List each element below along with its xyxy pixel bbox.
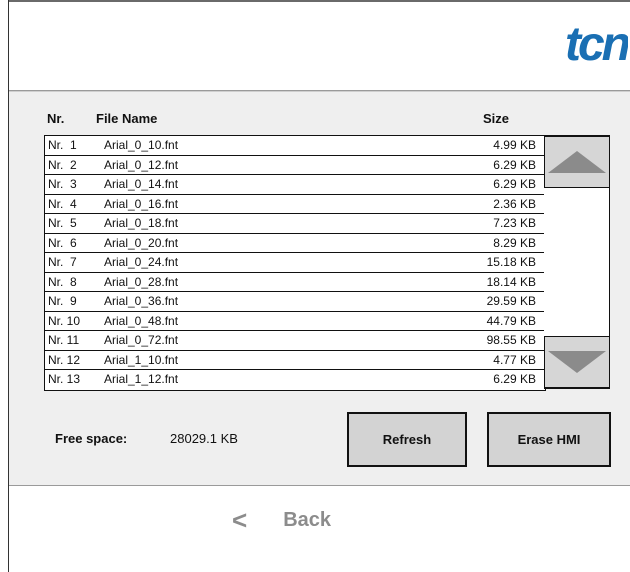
triangle-up-icon bbox=[548, 151, 606, 173]
file-row-size: 4.77 KB bbox=[493, 352, 536, 367]
file-row[interactable]: Nr. 10 Arial_0_48.fnt 44.79 KB bbox=[45, 312, 545, 331]
file-row-name: Arial_0_28.fnt bbox=[104, 274, 179, 289]
file-row[interactable]: Nr. 1 Arial_0_10.fnt 4.99 KB bbox=[45, 136, 545, 156]
file-row-size: 18.14 KB bbox=[486, 274, 536, 289]
file-row[interactable]: Nr. 3 Arial_0_14.fnt 6.29 KB bbox=[45, 175, 545, 195]
file-row-name: Arial_0_72.fnt bbox=[104, 333, 179, 347]
file-row[interactable]: Nr. 7 Arial_0_24.fnt 15.18 KB bbox=[45, 253, 545, 273]
column-header-size: Size bbox=[483, 111, 510, 126]
column-header-file-name: File Name bbox=[96, 111, 158, 126]
file-row-nr: Nr. 4 bbox=[48, 196, 77, 211]
file-row-size: 29.59 KB bbox=[486, 294, 536, 308]
scrollbar[interactable] bbox=[544, 135, 610, 389]
file-row-name: Arial_0_18.fnt bbox=[104, 216, 179, 230]
back-label: Back bbox=[283, 508, 331, 531]
file-row-name: Arial_0_12.fnt bbox=[104, 157, 179, 172]
file-row-size: 15.18 KB bbox=[486, 255, 536, 269]
file-row-nr: Nr. 10 bbox=[48, 313, 81, 328]
file-row-size: 44.79 KB bbox=[486, 313, 536, 328]
free-space-label: Free space: bbox=[55, 431, 128, 446]
file-row-nr: Nr. 1 bbox=[48, 138, 77, 152]
file-row-name: Arial_0_24.fnt bbox=[104, 255, 179, 269]
file-row-name: Arial_1_12.fnt bbox=[104, 372, 179, 386]
file-row-name: Arial_0_14.fnt bbox=[104, 177, 179, 191]
file-list[interactable]: Nr. 1 Arial_0_10.fnt 4.99 KB Nr. 2 Arial_0_1… bbox=[44, 135, 546, 391]
file-row-name: Arial_0_20.fnt bbox=[104, 235, 179, 250]
scroll-up-button[interactable] bbox=[544, 136, 610, 188]
file-row[interactable]: Nr. 6 Arial_0_20.fnt 8.29 KB bbox=[45, 234, 545, 253]
file-row-nr: Nr. 9 bbox=[48, 294, 77, 308]
file-row-size: 6.29 KB bbox=[493, 372, 536, 386]
file-row-name: Arial_0_16.fnt bbox=[104, 196, 179, 211]
file-row[interactable]: Nr. 12 Arial_1_10.fnt 4.77 KB bbox=[45, 351, 545, 370]
file-row-name: Arial_1_10.fnt bbox=[104, 352, 179, 367]
file-row-size: 6.29 KB bbox=[493, 157, 536, 172]
file-row-name: Arial_0_36.fnt bbox=[104, 294, 179, 308]
chevron-left-icon: < bbox=[232, 504, 248, 535]
file-row-nr: Nr. 7 bbox=[48, 255, 77, 269]
file-manager-panel: Nr. File Name Size Nr. 1 Arial_0_10.fnt 4.… bbox=[9, 91, 630, 486]
free-space-value: 28029.1 KB bbox=[170, 431, 238, 446]
file-row-size: 4.99 KB bbox=[493, 138, 536, 152]
header-bar: tcn bbox=[9, 2, 630, 91]
file-row-nr: Nr. 5 bbox=[48, 216, 77, 230]
file-row[interactable]: Nr. 4 Arial_0_16.fnt 2.36 KB bbox=[45, 195, 545, 214]
back-button[interactable]: < Back bbox=[232, 505, 331, 535]
file-row-nr: Nr. 11 bbox=[48, 333, 80, 347]
file-row-name: Arial_0_48.fnt bbox=[104, 313, 179, 328]
file-row-size: 7.23 KB bbox=[493, 216, 536, 230]
file-row-nr: Nr. 6 bbox=[48, 235, 77, 250]
file-row[interactable]: Nr. 5 Arial_0_18.fnt 7.23 KB bbox=[45, 214, 545, 234]
company-logo: tcn bbox=[565, 20, 628, 70]
file-row-nr: Nr. 2 bbox=[48, 157, 77, 172]
scroll-down-button[interactable] bbox=[544, 336, 610, 388]
file-row[interactable]: Nr. 2 Arial_0_12.fnt 6.29 KB bbox=[45, 156, 545, 175]
file-row[interactable]: Nr. 9 Arial_0_36.fnt 29.59 KB bbox=[45, 292, 545, 312]
file-row-size: 2.36 KB bbox=[493, 196, 536, 211]
triangle-down-icon bbox=[548, 351, 606, 373]
erase-hmi-button[interactable]: Erase HMI bbox=[487, 412, 611, 467]
file-row-nr: Nr. 3 bbox=[48, 177, 77, 191]
refresh-button[interactable]: Refresh bbox=[347, 412, 467, 467]
file-row-nr: Nr. 13 bbox=[48, 372, 81, 386]
file-row-name: Arial_0_10.fnt bbox=[104, 138, 179, 152]
file-row-nr: Nr. 12 bbox=[48, 352, 81, 367]
file-row-size: 98.55 KB bbox=[486, 333, 536, 347]
file-row-size: 6.29 KB bbox=[493, 177, 536, 191]
file-row[interactable]: Nr. 13 Arial_1_12.fnt 6.29 KB bbox=[45, 370, 545, 390]
file-row[interactable]: Nr. 11 Arial_0_72.fnt 98.55 KB bbox=[45, 331, 545, 351]
file-row[interactable]: Nr. 8 Arial_0_28.fnt 18.14 KB bbox=[45, 273, 545, 292]
file-row-size: 8.29 KB bbox=[493, 235, 536, 250]
file-row-nr: Nr. 8 bbox=[48, 274, 77, 289]
column-header-nr: Nr. bbox=[47, 111, 65, 126]
